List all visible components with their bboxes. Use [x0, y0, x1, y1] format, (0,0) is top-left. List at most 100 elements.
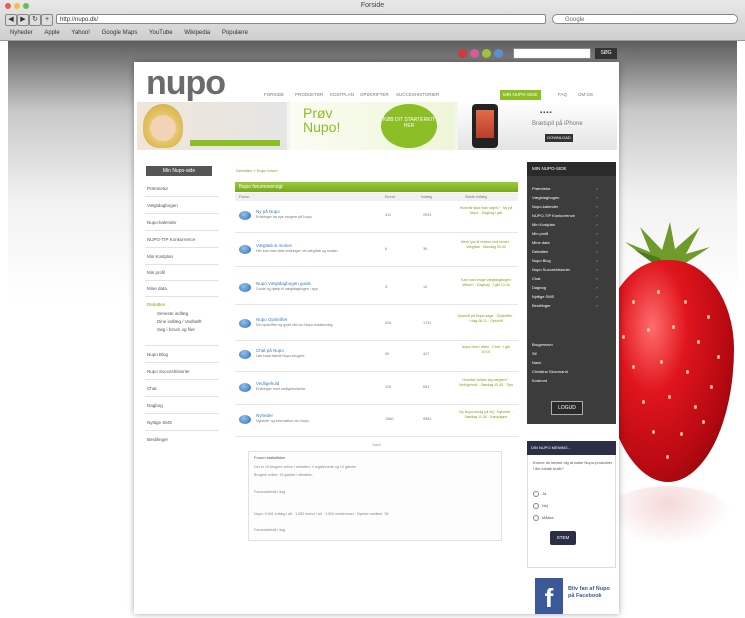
right-nav-item[interactable]: NUPO-TIP Konkurrence	[532, 213, 575, 218]
forum-last-post[interactable]: Ny Nupo-smag på vej · Nyheder · Søndag 1…	[457, 410, 515, 420]
right-nav-item[interactable]: Min profil	[532, 231, 548, 236]
social-icon[interactable]	[482, 49, 491, 58]
download-button[interactable]: DOWNLOAD	[545, 134, 573, 142]
right-nav-item[interactable]: Nupo Blog	[532, 258, 551, 263]
forum-title[interactable]: Vedligehold	[256, 381, 279, 386]
left-nav-item[interactable]: Bestilinger	[147, 437, 168, 442]
zoom-window-button[interactable]	[23, 3, 29, 9]
bookmark-item[interactable]: Wikipedia	[184, 30, 210, 36]
nav-min-nupo-side[interactable]: MIN NUPO-SIDE	[500, 90, 541, 100]
nav-forside[interactable]: FORSIDE	[264, 90, 284, 100]
forum-row[interactable]: Nyheder Nyheder og information om Nupo 1…	[235, 406, 518, 437]
bookmark-item[interactable]: Google Maps	[102, 30, 138, 36]
bookmark-item[interactable]: Yahoo!	[71, 30, 90, 36]
forum-row[interactable]: Nupo Opskrifter Del opskrifter og gode r…	[235, 310, 518, 341]
forum-title[interactable]: Nupo Opskrifter	[256, 317, 288, 322]
left-nav-item[interactable]: Nupo-kalender	[147, 220, 177, 225]
minimize-window-button[interactable]	[14, 3, 20, 9]
forum-last-post[interactable]: Nupo-chat i aften · Chat · I går 20.01	[457, 345, 515, 355]
logout-button[interactable]: LOGUD	[551, 401, 583, 415]
left-nav-item[interactable]: Præmietur	[147, 186, 168, 191]
forum-last-post[interactable]: Hvordan holder jeg vægten? · Vedligehold…	[457, 378, 515, 388]
bookmark-item[interactable]: Apple	[44, 30, 59, 36]
close-window-button[interactable]	[5, 3, 11, 9]
reload-icon[interactable]: ↻	[29, 14, 41, 26]
social-icon[interactable]	[470, 49, 479, 58]
forum-title[interactable]: Chat på Nupo	[256, 348, 284, 353]
min-nupo-side-button[interactable]: Min Nupo-side	[146, 166, 212, 176]
left-nav-item[interactable]: NUPO-TIP Konkurrence	[147, 237, 195, 242]
facebook-link[interactable]: Bliv fan af Nupo på Facebook	[568, 586, 616, 600]
radio-icon	[533, 515, 539, 521]
nav-faq[interactable]: FAQ	[558, 90, 567, 100]
site-search-input[interactable]	[513, 48, 591, 59]
left-nav-item[interactable]: Min Kostplan	[147, 254, 173, 259]
bookmark-item[interactable]: Populære	[222, 30, 248, 36]
forum-description: Her kan man dele erfaringer om vægttab o…	[256, 249, 338, 253]
left-nav-item[interactable]: Vægtdagbogen	[147, 203, 178, 208]
right-nav-item[interactable]: Præmietur	[532, 186, 551, 191]
left-nav-item[interactable]: Nyttige SMS	[147, 420, 172, 425]
nav-kostplan[interactable]: KOSTPLAN	[330, 90, 354, 100]
social-icon[interactable]	[458, 49, 467, 58]
forum-title[interactable]: Vægttab & motion	[256, 243, 292, 248]
right-nav-item[interactable]: Nupo Succeshistorier	[532, 267, 570, 272]
left-nav-item[interactable]: Min profil	[147, 270, 165, 275]
breadcrumb[interactable]: Debatten » Nupo forum	[236, 168, 278, 173]
forum-row[interactable]: Vægttab & motion Her kan man dele erfari…	[235, 236, 518, 267]
forum-title[interactable]: Nyheder	[256, 413, 273, 418]
right-nav-item[interactable]: Min Kostplan	[532, 222, 555, 227]
forum-last-post[interactable]: Kan man bruge vægtdagbogen offline? · Da…	[457, 278, 515, 288]
forum-last-post[interactable]: Hvornår skal man nøjes? · Ny på Nupo · D…	[457, 206, 515, 216]
left-nav-subitem[interactable]: Dine indlæg / Vedhæft	[157, 319, 202, 324]
add-bookmark-icon[interactable]: +	[41, 14, 53, 26]
social-icon[interactable]	[494, 49, 503, 58]
left-nav-item[interactable]: Chat	[147, 386, 157, 391]
forum-last-post[interactable]: Mere lyst til motion end ventet · Vægtta…	[457, 240, 515, 250]
left-nav-item-debatten[interactable]: Debatten	[147, 302, 165, 307]
user-info-label: Navn	[532, 360, 542, 365]
right-nav-item[interactable]: Nupo-kalender	[532, 204, 558, 209]
poll-option[interactable]: Måske	[533, 515, 554, 521]
right-nav-item[interactable]: Bestilinger	[532, 303, 551, 308]
vote-button[interactable]: STEM	[550, 531, 576, 545]
poll-option[interactable]: Nej	[533, 503, 548, 509]
forum-last-post[interactable]: Opskrift på Nupo-kage · Opskrifter · I d…	[457, 314, 515, 324]
forum-row[interactable]: Ny på Nupo Erfaringer fra nye brugere på…	[235, 202, 518, 233]
left-nav-subitem[interactable]: Seneste indlæg	[157, 311, 188, 316]
left-nav-subitem[interactable]: Søg i forum og filer	[157, 327, 195, 332]
right-nav-item[interactable]: Vægtdagbogen	[532, 195, 559, 200]
right-nav-item[interactable]: Chat	[532, 276, 540, 281]
back-arrow-icon[interactable]: ◀	[5, 14, 17, 26]
nupo-logo[interactable]: nupo	[146, 64, 226, 103]
stats-line: Der er 19 brugere online i debatten: 4 r…	[254, 465, 357, 469]
forum-footer-link[interactable]: Mark	[235, 443, 518, 449]
left-nav-item[interactable]: Dagbog	[147, 403, 163, 408]
forum-row[interactable]: Vedligehold Erfaringer med vedligeholdel…	[235, 374, 518, 405]
address-bar[interactable]: http://nupo.dk/	[56, 14, 546, 24]
forum-title[interactable]: Ny på Nupo	[256, 209, 280, 214]
right-nav-item[interactable]: Mine data	[532, 240, 550, 245]
forum-row[interactable]: Nupo Vægtdagbogen guide Guide og hjælp t…	[235, 274, 518, 305]
forum-column-headers: Forum Emner Indlæg Sidste indlæg	[235, 193, 518, 201]
forum-row[interactable]: Chat på Nupo Løs snak blandt Nupo-bruger…	[235, 341, 518, 372]
browser-search-field[interactable]: Google	[552, 14, 738, 24]
nav-produkter[interactable]: PRODUKTER	[295, 90, 323, 100]
bookmark-item[interactable]: YouTube	[149, 30, 173, 36]
nav-om-os[interactable]: OM OS	[578, 90, 593, 100]
forum-title[interactable]: Nupo Vægtdagbogen guide	[256, 281, 311, 286]
starterkit-button[interactable]: KØB DIT STARTERKIT HER	[381, 104, 437, 148]
forward-arrow-icon[interactable]: ▶	[17, 14, 29, 26]
facebook-icon[interactable]: f	[535, 578, 563, 614]
nav-opskrifter[interactable]: OPSKRIFTER	[360, 90, 389, 100]
poll-option[interactable]: Ja	[533, 491, 546, 497]
nav-succeshistorier[interactable]: SUCCESHISTORIER	[396, 90, 439, 100]
left-nav-item[interactable]: Mine data	[147, 286, 167, 291]
bookmark-item[interactable]: Nyheder	[10, 30, 33, 36]
right-nav-item[interactable]: Dagbog	[532, 285, 546, 290]
right-nav-item[interactable]: Debatten	[532, 249, 548, 254]
left-nav-item[interactable]: Nupo Blog	[147, 352, 168, 357]
site-search-button[interactable]: SØG	[595, 48, 617, 59]
right-nav-item[interactable]: Nyttige SMS	[532, 294, 554, 299]
left-nav-item[interactable]: Nupo Succeshistorier	[147, 369, 190, 374]
